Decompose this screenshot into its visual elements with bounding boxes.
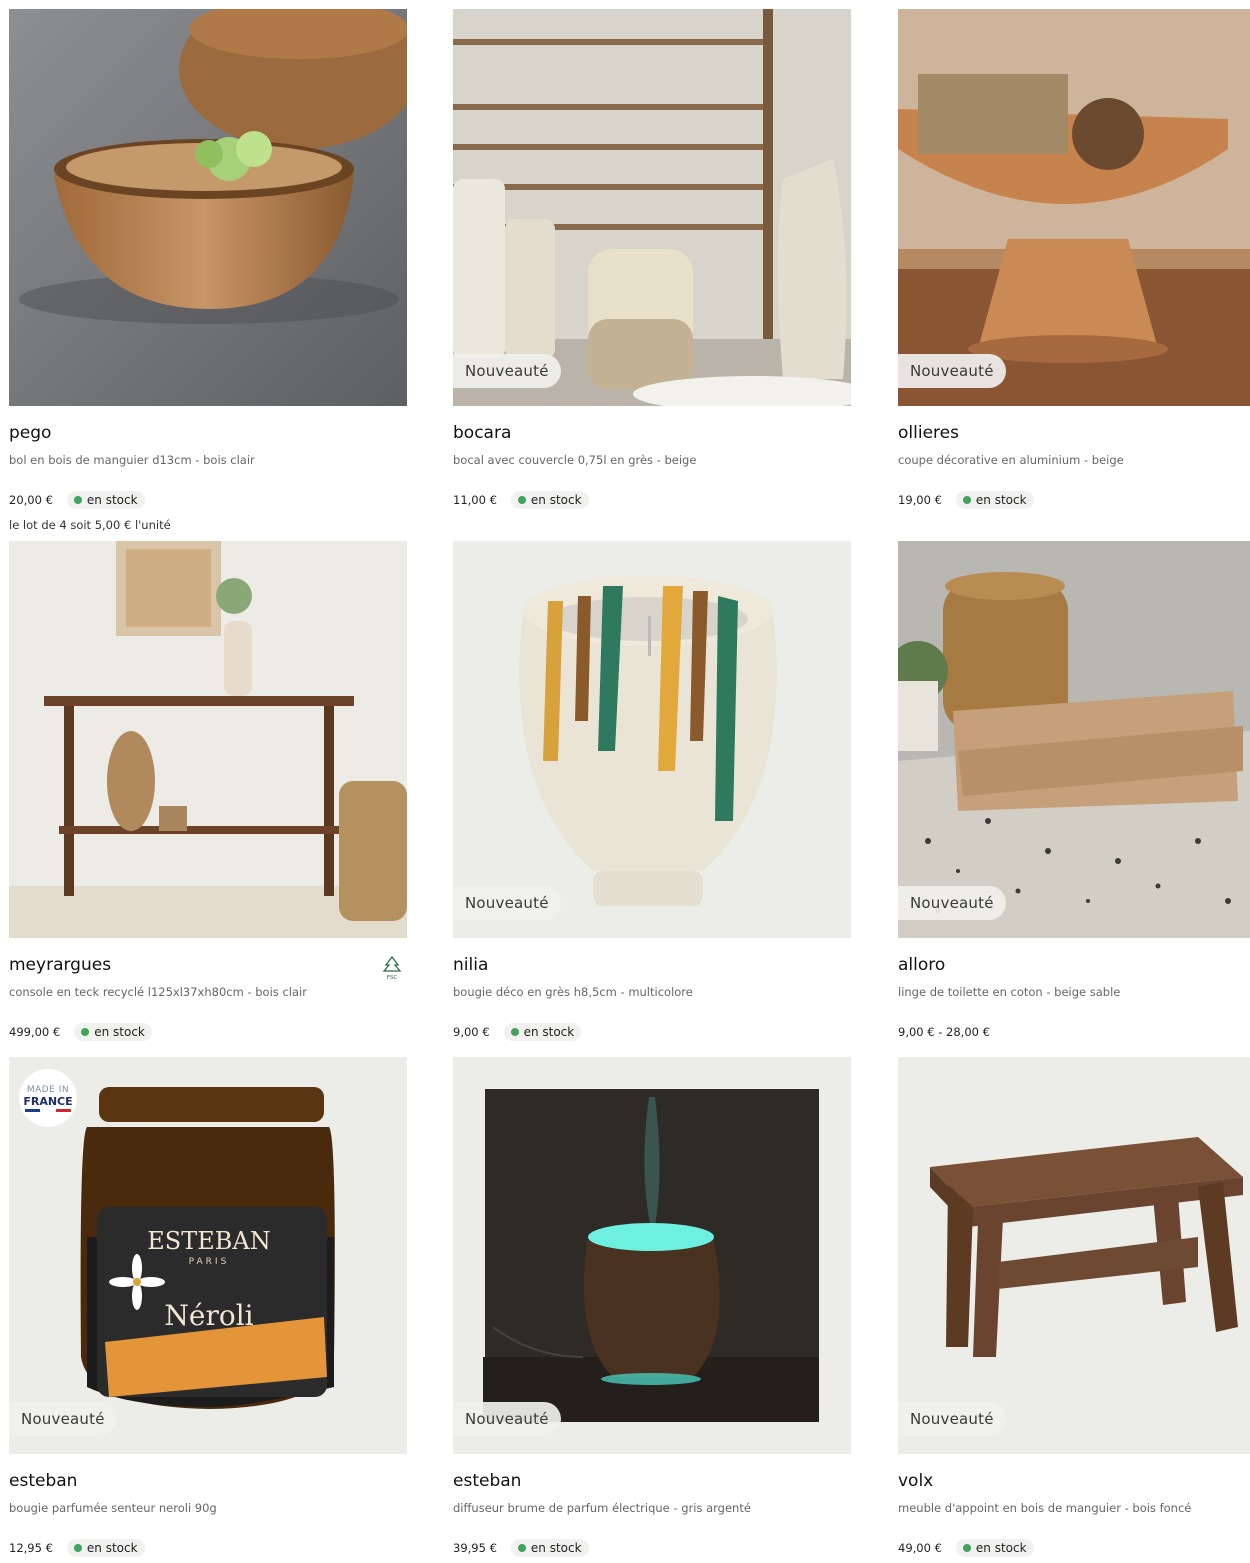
in-stock-dot-icon — [73, 496, 82, 504]
product-image[interactable] — [9, 9, 407, 406]
product-description: bougie parfumée senteur neroli 90g — [9, 1501, 217, 1515]
product-image[interactable]: Nouveauté — [453, 541, 851, 938]
price-row: 9,00 € en stock — [453, 1022, 582, 1042]
product-title[interactable]: volx — [898, 1471, 933, 1491]
new-badge: Nouveauté — [453, 1402, 561, 1436]
in-stock-dot-icon — [510, 1028, 519, 1036]
in-stock-dot-icon — [81, 1028, 90, 1036]
fsc-certification-icon: FSC — [382, 955, 402, 981]
product-image[interactable]: ESTEBAN PARIS Néroli MADE IN FRANCE Nouv… — [9, 1057, 407, 1454]
product-image[interactable]: Nouveauté — [898, 541, 1250, 938]
new-badge: Nouveauté — [453, 354, 561, 388]
in-stock-dot-icon — [73, 1544, 82, 1552]
product-price: 11,00 € — [453, 493, 497, 507]
in-stock-dot-icon — [517, 496, 526, 504]
product-description: bougie déco en grès h8,5cm - multicolore — [453, 985, 693, 999]
product-description: bocal avec couvercle 0,75l en grès - bei… — [453, 453, 697, 467]
in-stock-dot-icon — [962, 1544, 971, 1552]
price-row: 20,00 € en stock — [9, 490, 145, 510]
stock-status: en stock — [66, 491, 145, 509]
new-badge: Nouveauté — [898, 1402, 1006, 1436]
product-description: coupe décorative en aluminium - beige — [898, 453, 1124, 467]
product-title[interactable]: meyrargues — [9, 955, 111, 975]
product-image[interactable]: Nouveauté — [898, 9, 1250, 406]
price-row: 39,95 € en stock — [453, 1538, 589, 1558]
product-description: diffuseur brume de parfum électrique - g… — [453, 1501, 751, 1515]
new-badge: Nouveauté — [453, 886, 561, 920]
product-price: 49,00 € — [898, 1541, 942, 1555]
stock-status: en stock — [510, 491, 589, 509]
french-flag-icon — [25, 1108, 71, 1112]
product-price: 20,00 € — [9, 493, 53, 507]
unit-price-note: le lot de 4 soit 5,00 € l'unité — [9, 518, 171, 532]
made-in-france-badge: MADE IN FRANCE — [19, 1069, 77, 1127]
new-badge: Nouveauté — [898, 886, 1006, 920]
product-description: meuble d'appoint en bois de manguier - b… — [898, 1501, 1192, 1515]
stock-status: en stock — [66, 1539, 145, 1557]
stock-status: en stock — [510, 1539, 589, 1557]
product-price: 499,00 € — [9, 1025, 61, 1039]
product-price: 9,00 € - 28,00 € — [898, 1025, 990, 1039]
product-image[interactable]: Nouveauté — [453, 1057, 851, 1454]
product-title[interactable]: pego — [9, 423, 51, 443]
product-image[interactable] — [9, 541, 407, 938]
svg-text:PARIS: PARIS — [189, 1257, 230, 1267]
product-title[interactable]: alloro — [898, 955, 945, 975]
product-price: 12,95 € — [9, 1541, 53, 1555]
price-row: 49,00 € en stock — [898, 1538, 1034, 1558]
product-description: linge de toilette en coton - beige sable — [898, 985, 1121, 999]
product-description: console en teck recyclé l125xl37xh80cm -… — [9, 985, 307, 999]
new-badge: Nouveauté — [898, 354, 1006, 388]
product-title[interactable]: bocara — [453, 423, 511, 443]
stock-status: en stock — [74, 1023, 152, 1041]
product-price: 19,00 € — [898, 493, 942, 507]
product-title[interactable]: ollieres — [898, 423, 959, 443]
svg-text:FSC: FSC — [387, 975, 398, 981]
stock-status: en stock — [955, 1539, 1034, 1557]
product-title[interactable]: esteban — [9, 1471, 77, 1491]
price-row: 9,00 € - 28,00 € — [898, 1022, 990, 1042]
price-row: 499,00 € en stock — [9, 1022, 152, 1042]
in-stock-dot-icon — [517, 1544, 526, 1552]
product-image[interactable]: Nouveauté — [898, 1057, 1250, 1454]
stock-status: en stock — [955, 491, 1034, 509]
price-row: 11,00 € en stock — [453, 490, 589, 510]
product-title[interactable]: nilia — [453, 955, 488, 975]
product-title[interactable]: esteban — [453, 1471, 521, 1491]
product-description: bol en bois de manguier d13cm - bois cla… — [9, 453, 255, 467]
svg-text:ESTEBAN: ESTEBAN — [147, 1227, 270, 1255]
product-price: 39,95 € — [453, 1541, 497, 1555]
stock-status: en stock — [503, 1023, 582, 1041]
svg-text:Néroli: Néroli — [164, 1299, 253, 1332]
in-stock-dot-icon — [962, 496, 971, 504]
product-price: 9,00 € — [453, 1025, 490, 1039]
product-image[interactable]: Nouveauté — [453, 9, 851, 406]
price-row: 12,95 € en stock — [9, 1538, 145, 1558]
price-row: 19,00 € en stock — [898, 490, 1034, 510]
new-badge: Nouveauté — [9, 1402, 117, 1436]
